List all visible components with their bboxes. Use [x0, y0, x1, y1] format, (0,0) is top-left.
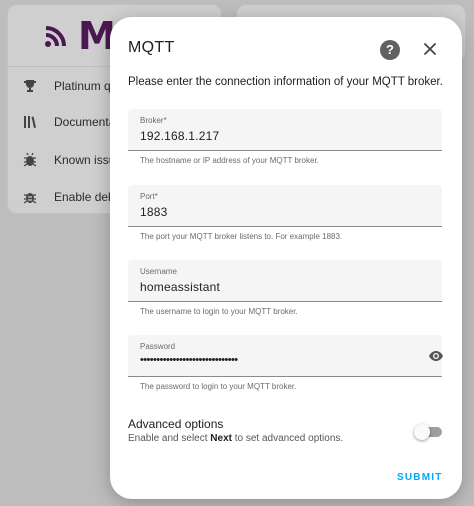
- advanced-options-title: Advanced options: [128, 417, 224, 431]
- submit-button[interactable]: SUBMIT: [397, 472, 443, 483]
- password-label: Password: [140, 342, 176, 351]
- advanced-desc-next: Next: [210, 433, 232, 444]
- enable-debug-item[interactable]: Enable debu: [22, 189, 121, 205]
- broker-field[interactable]: Broker* 192.168.1.217: [128, 109, 442, 151]
- show-password-eye-icon[interactable]: [428, 348, 444, 364]
- known-issues-label: Known issu: [54, 153, 116, 167]
- known-issues-item[interactable]: Known issu: [22, 152, 115, 168]
- username-label: Username: [140, 267, 177, 276]
- book-icon: [24, 116, 36, 128]
- dialog-intro: Please enter the connection information …: [128, 76, 443, 88]
- advanced-options-description: Enable and select Next to set advanced o…: [128, 433, 343, 444]
- mqtt-waves-icon: [45, 26, 66, 47]
- dialog-title: MQTT: [128, 39, 175, 56]
- password-value: ••••••••••••••••••••••••••••••: [140, 354, 238, 366]
- port-value: 1883: [140, 205, 168, 219]
- advanced-options-toggle[interactable]: [414, 424, 442, 440]
- documentation-label: Documenta: [54, 115, 116, 129]
- broker-value: 192.168.1.217: [140, 129, 220, 143]
- advanced-desc-after: to set advanced options.: [231, 433, 344, 444]
- password-field[interactable]: Password ••••••••••••••••••••••••••••••: [128, 335, 444, 377]
- mqtt-config-dialog: MQTT ? Please enter the connection infor…: [110, 17, 462, 499]
- platinum-quality-item[interactable]: Platinum qu: [22, 78, 117, 94]
- debug-bug-icon: [23, 193, 37, 204]
- advanced-desc-before: Enable and select: [128, 433, 211, 444]
- username-helper: The username to login to your MQTT broke…: [140, 307, 298, 316]
- port-label: Port*: [140, 192, 158, 201]
- platinum-quality-label: Platinum qu: [54, 79, 118, 93]
- broker-label: Broker*: [140, 116, 167, 125]
- username-value: homeassistant: [140, 280, 220, 294]
- help-button[interactable]: ?: [380, 40, 400, 60]
- password-helper: The password to login to your MQTT broke…: [140, 382, 297, 391]
- close-icon[interactable]: [420, 39, 440, 59]
- bug-icon: [23, 152, 37, 167]
- port-helper: The port your MQTT broker listens to. Fo…: [140, 232, 343, 241]
- documentation-item[interactable]: Documenta: [22, 114, 115, 130]
- trophy-icon: [24, 80, 36, 92]
- help-icon: ?: [386, 42, 394, 57]
- broker-helper: The hostname or IP address of your MQTT …: [140, 156, 319, 165]
- toggle-knob: [414, 424, 430, 440]
- port-field[interactable]: Port* 1883: [128, 185, 442, 227]
- username-field[interactable]: Username homeassistant: [128, 260, 442, 302]
